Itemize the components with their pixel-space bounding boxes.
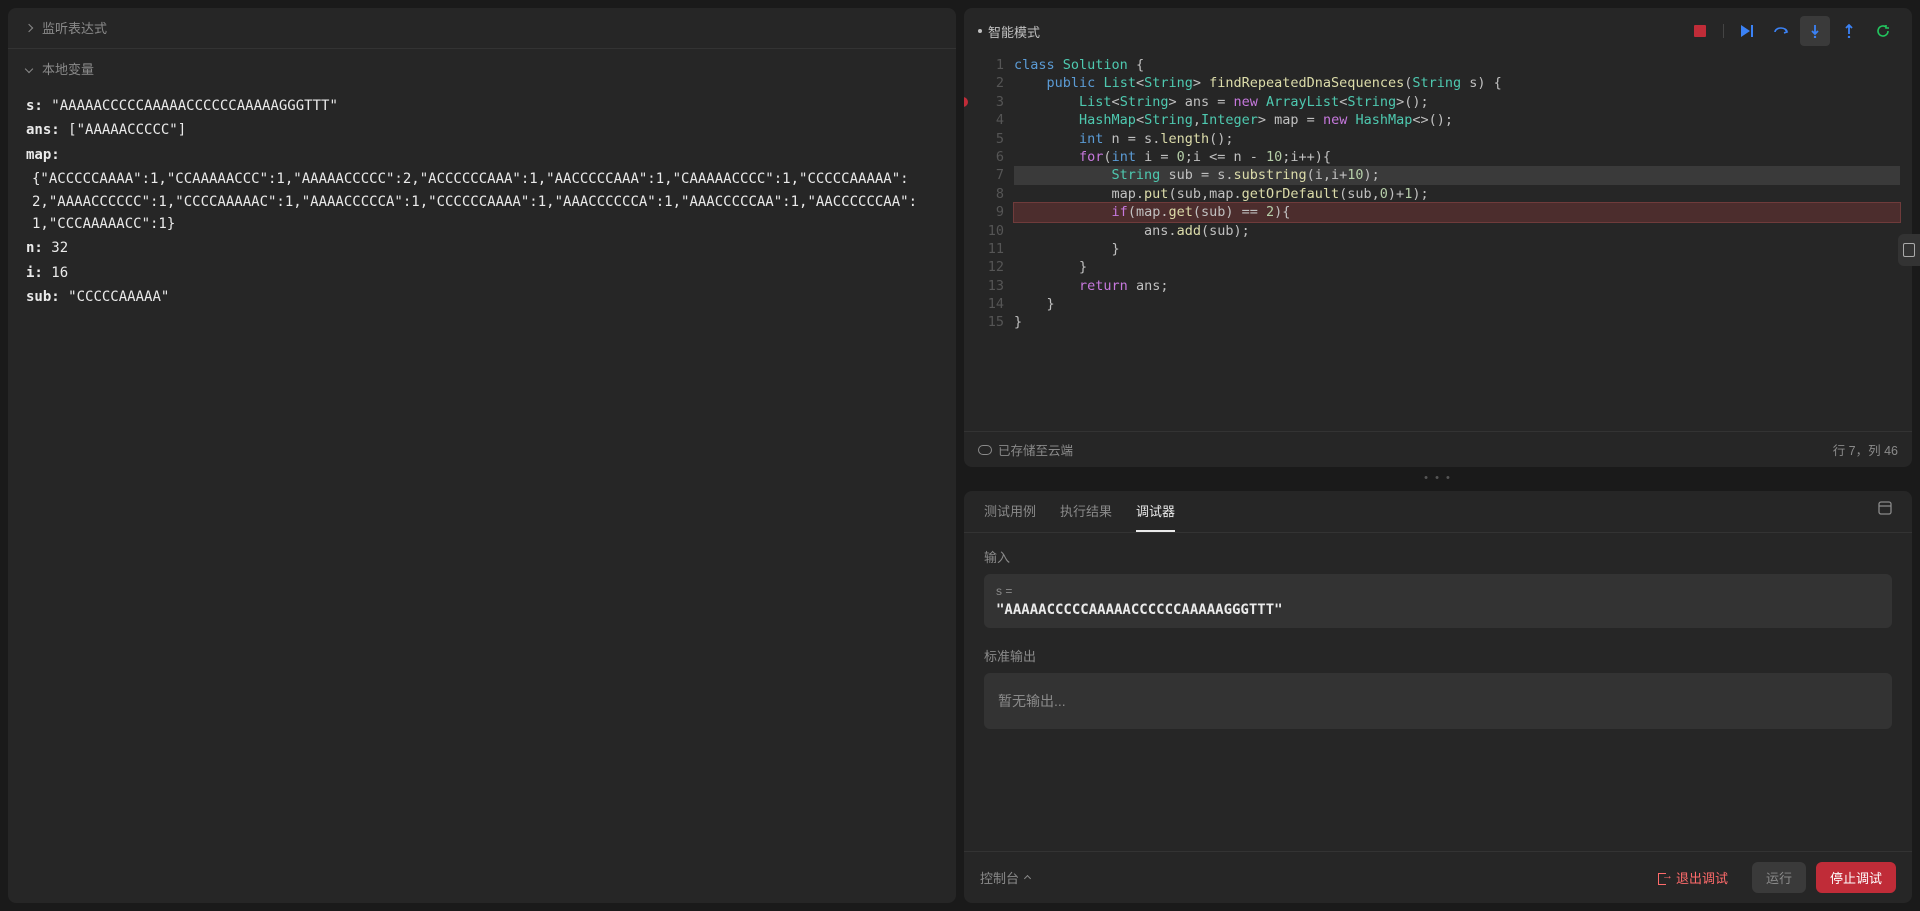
cursor-position: 行 7，列 46: [1833, 440, 1898, 459]
cloud-icon: [978, 445, 992, 455]
console-tabs: 测试用例 执行结果 调试器: [964, 491, 1912, 533]
var-s[interactable]: s: "AAAAACCCCCAAAAACCCCCCAAAAAGGGTTT": [26, 95, 938, 117]
tab-testcases[interactable]: 测试用例: [984, 501, 1036, 532]
right-panel: 智能模式 123456789101112131415 class Solutio…: [964, 8, 1912, 903]
local-variables-header[interactable]: 本地变量: [8, 48, 956, 89]
var-sub[interactable]: sub: "CCCCCAAAAA": [26, 286, 938, 308]
editor-topbar: 智能模式: [964, 8, 1912, 54]
saved-indicator: 已存储至云端: [978, 440, 1073, 459]
step-into-icon[interactable]: [1800, 16, 1830, 46]
continue-icon[interactable]: [1732, 16, 1762, 46]
watch-expressions-header[interactable]: 监听表达式: [8, 8, 956, 48]
exit-icon: [1658, 872, 1670, 884]
editor-section: 智能模式 123456789101112131415 class Solutio…: [964, 8, 1912, 467]
chevron-right-icon: [25, 23, 33, 31]
expand-icon[interactable]: [1878, 501, 1892, 532]
locals-body: s: "AAAAACCCCCAAAAACCCCCCAAAAAGGGTTT" an…: [8, 89, 956, 329]
line-gutter: 123456789101112131415: [964, 56, 1014, 431]
code-lines[interactable]: class Solution { public List<String> fin…: [1014, 56, 1912, 431]
input-label: 输入: [984, 547, 1892, 566]
chevron-down-icon: [1024, 875, 1031, 882]
var-n[interactable]: n: 32: [26, 237, 938, 259]
run-button[interactable]: 运行: [1752, 862, 1806, 893]
console-body: 输入 s = "AAAAACCCCCAAAAACCCCCCAAAAAGGGTTT…: [964, 533, 1912, 851]
step-out-icon[interactable]: [1834, 16, 1864, 46]
restart-icon[interactable]: [1868, 16, 1898, 46]
var-ans[interactable]: ans: ["AAAAACCCCC"]: [26, 119, 938, 141]
resize-handle[interactable]: • • •: [964, 475, 1912, 483]
input-value: "AAAAACCCCCAAAAACCCCCCAAAAAGGGTTT": [996, 602, 1880, 618]
console-section: 测试用例 执行结果 调试器 输入 s = "AAAAACCCCCAAAAACCC…: [964, 491, 1912, 903]
input-var-name: s =: [996, 584, 1880, 598]
code-editor[interactable]: 123456789101112131415 class Solution { p…: [964, 54, 1912, 431]
editor-status-bar: 已存储至云端 行 7，列 46: [964, 431, 1912, 467]
separator: [1723, 24, 1724, 38]
console-toggle[interactable]: 控制台: [980, 868, 1030, 887]
locals-label: 本地变量: [42, 59, 94, 78]
variables-panel: 监听表达式 本地变量 s: "AAAAACCCCCAAAAACCCCCCAAAA…: [8, 8, 956, 903]
step-over-icon[interactable]: [1766, 16, 1796, 46]
side-tab[interactable]: [1898, 234, 1920, 266]
stdout-label: 标准输出: [984, 646, 1892, 665]
stdout-box: 暂无输出...: [984, 673, 1892, 729]
debug-controls: [1685, 16, 1898, 46]
tab-debugger[interactable]: 调试器: [1136, 501, 1175, 532]
exit-debug-button[interactable]: 退出调试: [1644, 862, 1742, 893]
document-icon: [1903, 243, 1915, 257]
var-map[interactable]: map:: [26, 144, 938, 166]
stop-debug-button[interactable]: 停止调试: [1816, 862, 1896, 893]
var-i[interactable]: i: 16: [26, 262, 938, 284]
tab-result[interactable]: 执行结果: [1060, 501, 1112, 532]
var-map-value: {"ACCCCCAAAA":1,"CCAAAAACCC":1,"AAAAACCC…: [26, 168, 938, 235]
stop-icon[interactable]: [1685, 16, 1715, 46]
input-box[interactable]: s = "AAAAACCCCCAAAAACCCCCCAAAAAGGGTTT": [984, 574, 1892, 628]
watch-label: 监听表达式: [42, 18, 107, 37]
chevron-down-icon: [25, 64, 33, 72]
console-footer: 控制台 退出调试 运行 停止调试: [964, 851, 1912, 903]
mode-label[interactable]: 智能模式: [978, 22, 1040, 41]
mode-dot-icon: [978, 29, 982, 33]
